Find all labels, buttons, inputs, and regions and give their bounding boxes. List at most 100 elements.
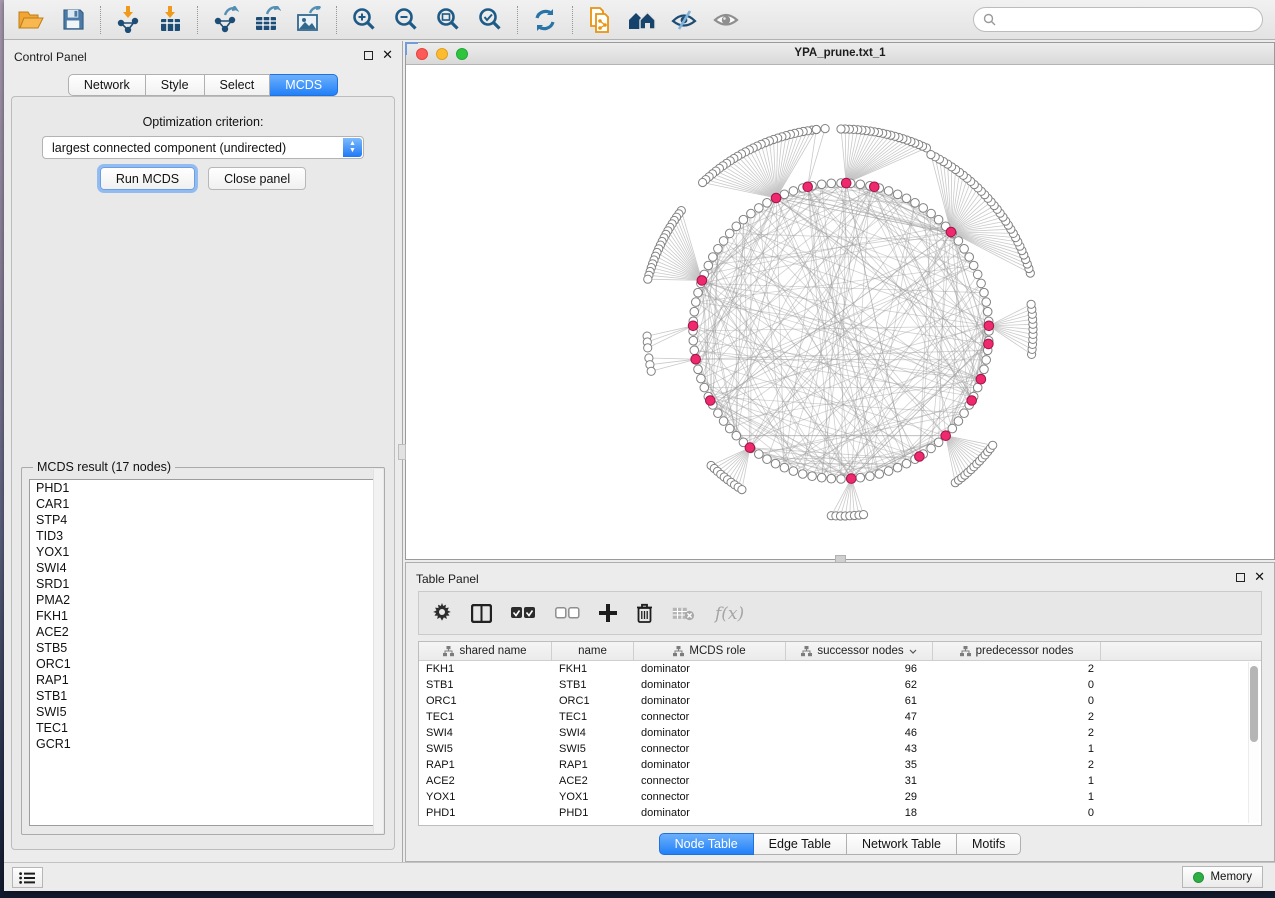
- network-node[interactable]: [755, 450, 764, 459]
- network-node[interactable]: [690, 307, 699, 316]
- network-node[interactable]: [763, 455, 772, 464]
- network-node[interactable]: [934, 438, 943, 447]
- mcds-hub-node[interactable]: [984, 339, 994, 349]
- mcds-hub-node[interactable]: [803, 182, 813, 192]
- network-graph[interactable]: [406, 65, 1274, 559]
- deselect-all-button[interactable]: [555, 600, 580, 626]
- network-node[interactable]: [714, 409, 723, 418]
- network-node[interactable]: [973, 270, 982, 279]
- table-mode-button[interactable]: [432, 600, 452, 626]
- task-history-button[interactable]: [12, 867, 43, 888]
- network-node[interactable]: [755, 204, 764, 213]
- table-row[interactable]: YOX1YOX1connector291: [419, 789, 1261, 805]
- satellite-node[interactable]: [859, 511, 867, 519]
- network-node[interactable]: [689, 336, 698, 345]
- network-node[interactable]: [919, 204, 928, 213]
- show-columns-button[interactable]: [471, 600, 492, 626]
- network-node[interactable]: [866, 472, 875, 481]
- network-node[interactable]: [747, 209, 756, 218]
- network-node[interactable]: [948, 424, 957, 433]
- network-node[interactable]: [798, 470, 807, 479]
- mcds-hub-node[interactable]: [745, 443, 755, 453]
- mcds-hub-node[interactable]: [691, 354, 701, 364]
- close-panel-icon[interactable]: ✕: [382, 50, 393, 60]
- mcds-hub-node[interactable]: [967, 396, 977, 406]
- mcds-result-item[interactable]: SWI4: [30, 560, 376, 576]
- network-node[interactable]: [982, 356, 991, 365]
- float-panel-icon[interactable]: [364, 51, 373, 60]
- table-row[interactable]: PHD1PHD1dominator180: [419, 805, 1261, 821]
- column-header-name[interactable]: name: [552, 642, 634, 660]
- table-row[interactable]: STB1STB1dominator620: [419, 677, 1261, 693]
- table-row[interactable]: TEC1TEC1connector472: [419, 709, 1261, 725]
- network-node[interactable]: [739, 215, 748, 224]
- network-node[interactable]: [927, 444, 936, 453]
- network-node[interactable]: [771, 459, 780, 468]
- network-node[interactable]: [725, 424, 734, 433]
- satellite-node[interactable]: [821, 125, 829, 133]
- search-field[interactable]: [973, 7, 1263, 32]
- tab-style[interactable]: Style: [146, 74, 205, 96]
- mcds-result-item[interactable]: RAP1: [30, 672, 376, 688]
- network-node[interactable]: [884, 187, 893, 196]
- network-node[interactable]: [954, 417, 963, 426]
- network-node[interactable]: [856, 180, 865, 189]
- mcds-hub-node[interactable]: [697, 276, 707, 286]
- zoom-out-button[interactable]: [391, 5, 421, 35]
- export-image-button[interactable]: [294, 5, 324, 35]
- tab-network[interactable]: Network: [68, 74, 146, 96]
- hide-graphics-details-button[interactable]: [669, 5, 699, 35]
- network-node[interactable]: [827, 179, 836, 188]
- network-node[interactable]: [965, 253, 974, 262]
- network-node[interactable]: [911, 199, 920, 208]
- mcds-hub-node[interactable]: [984, 321, 994, 331]
- criterion-dropdown[interactable]: largest connected component (undirected)…: [42, 136, 364, 159]
- network-node[interactable]: [709, 253, 718, 262]
- network-node[interactable]: [719, 237, 728, 246]
- network-node[interactable]: [690, 346, 699, 355]
- network-node[interactable]: [982, 298, 991, 307]
- network-node[interactable]: [927, 209, 936, 218]
- satellite-node[interactable]: [989, 441, 997, 449]
- satellite-node[interactable]: [699, 178, 707, 186]
- tab-network-table[interactable]: Network Table: [847, 833, 957, 855]
- mcds-hub-node[interactable]: [915, 452, 925, 462]
- network-node[interactable]: [977, 279, 986, 288]
- select-all-button[interactable]: [511, 600, 536, 626]
- run-mcds-button[interactable]: Run MCDS: [100, 167, 195, 190]
- satellite-node[interactable]: [644, 344, 652, 352]
- network-node[interactable]: [763, 199, 772, 208]
- table-row[interactable]: FKH1FKH1dominator962: [419, 661, 1261, 677]
- network-node[interactable]: [875, 470, 884, 479]
- column-header-MCDS-role[interactable]: MCDS role: [634, 642, 786, 660]
- network-node[interactable]: [960, 245, 969, 254]
- mcds-result-item[interactable]: GCR1: [30, 736, 376, 752]
- show-graphics-details-button[interactable]: [711, 5, 741, 35]
- mcds-hub-node[interactable]: [976, 374, 986, 384]
- mcds-hub-node[interactable]: [706, 396, 716, 406]
- mcds-hub-node[interactable]: [941, 431, 951, 441]
- mcds-hub-node[interactable]: [946, 227, 956, 237]
- network-node[interactable]: [694, 365, 703, 374]
- tab-edge-table[interactable]: Edge Table: [754, 833, 847, 855]
- column-header-successor-nodes[interactable]: successor nodes: [786, 642, 933, 660]
- satellite-node[interactable]: [927, 151, 935, 159]
- export-table-button[interactable]: [252, 5, 282, 35]
- delete-columns-button[interactable]: [636, 600, 653, 626]
- tab-mcds[interactable]: MCDS: [270, 74, 338, 96]
- close-panel-button[interactable]: Close panel: [208, 167, 306, 190]
- table-row[interactable]: RAP1RAP1dominator352: [419, 757, 1261, 773]
- scrollbar-thumb[interactable]: [1250, 666, 1258, 742]
- mcds-result-item[interactable]: YOX1: [30, 544, 376, 560]
- network-node[interactable]: [817, 473, 826, 482]
- network-node[interactable]: [837, 475, 846, 484]
- save-session-button[interactable]: [58, 5, 88, 35]
- mcds-result-item[interactable]: SRD1: [30, 576, 376, 592]
- satellite-node[interactable]: [812, 125, 820, 133]
- network-node[interactable]: [732, 222, 741, 231]
- open-session-button[interactable]: [16, 5, 46, 35]
- add-column-button[interactable]: [599, 600, 617, 626]
- search-input[interactable]: [1001, 10, 1253, 30]
- delete-table-button[interactable]: [672, 600, 695, 626]
- network-node[interactable]: [780, 190, 789, 199]
